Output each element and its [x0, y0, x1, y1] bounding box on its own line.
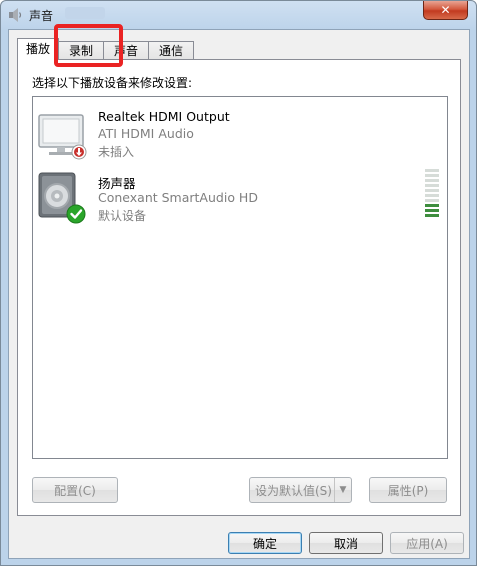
instruction-text: 选择以下播放设备来修改设置:: [32, 76, 193, 90]
level-segment: [425, 214, 439, 217]
default-checkmark-icon: [66, 204, 86, 224]
device-list[interactable]: Realtek HDMI Output ATI HDMI Audio 未插入 扬…: [32, 96, 448, 459]
device-description: Conexant SmartAudio HD: [98, 190, 258, 205]
close-button[interactable]: ✕: [423, 1, 468, 20]
apply-button[interactable]: 应用(A): [390, 532, 464, 554]
highlight-annotation: [54, 24, 123, 67]
monitor-icon: [38, 114, 87, 160]
close-icon: ✕: [440, 3, 451, 17]
unplugged-badge-icon: [71, 144, 87, 160]
level-segment: [425, 169, 439, 172]
device-item-hdmi[interactable]: Realtek HDMI Output ATI HDMI Audio 未插入: [33, 101, 447, 165]
ok-button[interactable]: 确定: [228, 532, 302, 554]
window-title: 声音: [29, 9, 54, 23]
configure-button[interactable]: 配置(C): [32, 477, 118, 503]
device-description: ATI HDMI Audio: [98, 126, 194, 141]
tab-playback[interactable]: 播放: [17, 38, 60, 60]
playback-panel: 选择以下播放设备来修改设置: Realtek HDMI Output ATI H…: [17, 59, 461, 516]
dialog-body: 播放 录制 声音 通信 选择以下播放设备来修改设置: Realtek HDMI …: [8, 29, 470, 559]
level-segment: [425, 209, 439, 212]
level-segment: [425, 189, 439, 192]
tab-communications[interactable]: 通信: [148, 41, 195, 60]
level-segment: [425, 199, 439, 202]
set-default-button[interactable]: 设为默认值(S) ▼: [249, 477, 352, 503]
set-default-label: 设为默认值(S): [255, 483, 332, 498]
title-redaction: [65, 7, 105, 19]
level-segment: [425, 204, 439, 207]
device-item-speakers[interactable]: 扬声器 Conexant SmartAudio HD 默认设备: [33, 165, 447, 229]
sound-icon: [9, 8, 22, 22]
cancel-button[interactable]: 取消: [309, 532, 383, 554]
level-segment: [425, 194, 439, 197]
device-status: 默认设备: [98, 209, 147, 223]
properties-button[interactable]: 属性(P): [369, 477, 447, 503]
chevron-down-icon[interactable]: ▼: [334, 478, 351, 502]
device-status: 未插入: [98, 145, 135, 159]
device-name: Realtek HDMI Output: [98, 109, 230, 124]
level-segment: [425, 179, 439, 182]
speaker-icon: [38, 172, 86, 224]
level-segment: [425, 184, 439, 187]
volume-level-meter: [425, 169, 439, 217]
level-segment: [425, 174, 439, 177]
sound-dialog-window: 声音 ✕ 播放 录制 声音 通信 选择以下播放设备来修改设置: Realtek …: [0, 0, 477, 566]
